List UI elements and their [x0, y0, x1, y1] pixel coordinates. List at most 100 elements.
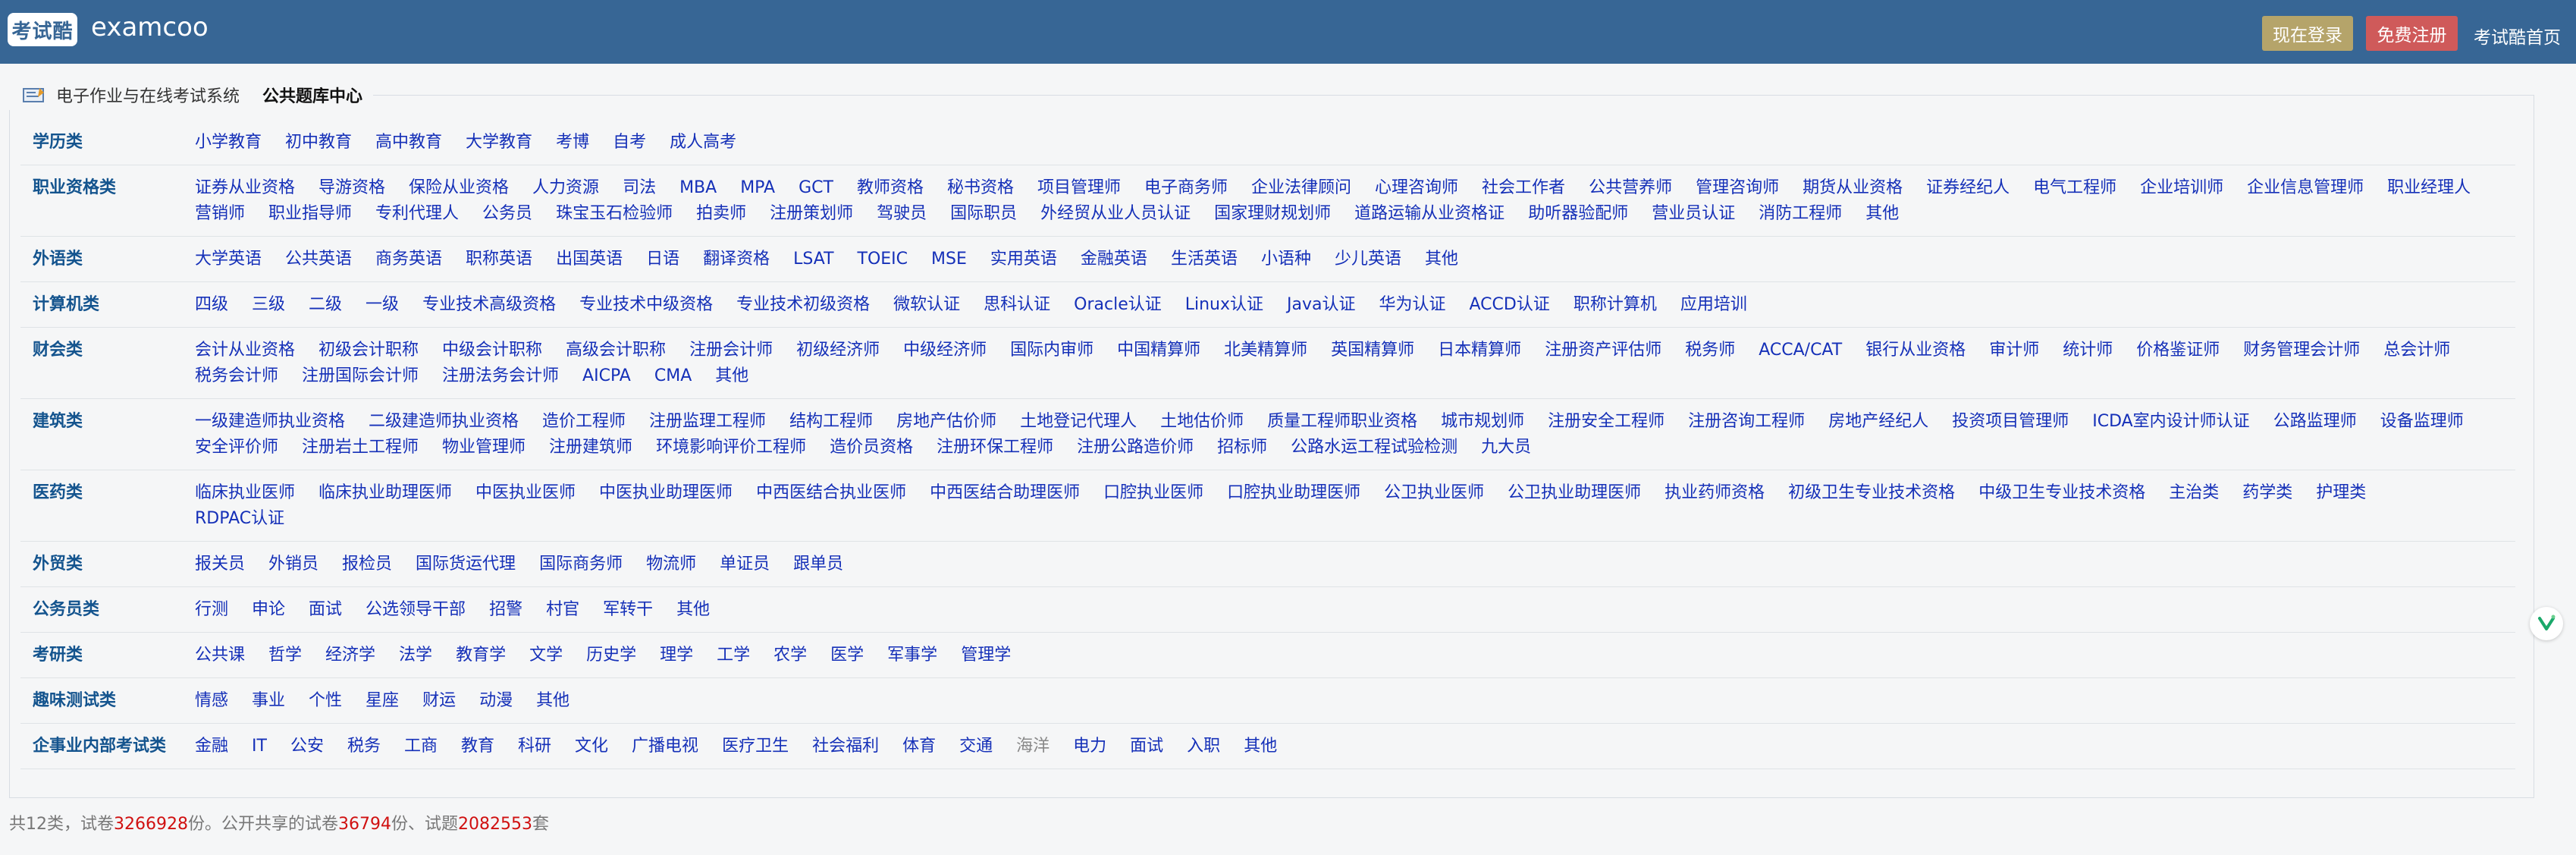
category-link[interactable]: 专业技术高级资格 [422, 292, 556, 318]
category-link[interactable]: 投资项目管理师 [1952, 409, 2069, 435]
category-link[interactable]: 驾驶员 [877, 201, 927, 227]
category-link[interactable]: 税务会计师 [195, 363, 278, 389]
category-link[interactable]: 高中教育 [375, 130, 442, 156]
category-link[interactable]: 思科认证 [984, 292, 1050, 318]
category-link[interactable]: 金融 [195, 734, 228, 759]
category-link[interactable]: 报关员 [195, 552, 245, 577]
login-button[interactable]: 现在登录 [2262, 16, 2353, 51]
category-link[interactable]: 初级会计职称 [318, 338, 419, 363]
category-link[interactable]: 财务管理会计师 [2243, 338, 2360, 363]
category-link[interactable]: 工商 [404, 734, 438, 759]
category-link[interactable]: 其他 [1865, 201, 1899, 227]
logo-text[interactable]: examcoo [91, 12, 209, 42]
category-link[interactable]: MBA [679, 175, 717, 201]
category-link[interactable]: 面试 [1130, 734, 1163, 759]
category-link[interactable]: 三级 [252, 292, 285, 318]
category-link[interactable]: ACCA/CAT [1759, 338, 1842, 363]
category-link[interactable]: 理学 [660, 643, 693, 668]
category-link[interactable]: 招标师 [1217, 435, 1267, 461]
category-link[interactable]: 公共营养师 [1589, 175, 1672, 201]
category-link[interactable]: 初中教育 [285, 130, 352, 156]
category-link[interactable]: GCT [799, 175, 833, 201]
category-link[interactable]: 电力 [1073, 734, 1106, 759]
category-link[interactable]: 专利代理人 [375, 201, 459, 227]
category-link[interactable]: 成人高考 [670, 130, 736, 156]
category-link[interactable]: 初级经济师 [796, 338, 880, 363]
category-link[interactable]: 珠宝玉石检验师 [556, 201, 673, 227]
category-link[interactable]: 临床执业助理医师 [318, 480, 452, 506]
category-link[interactable]: MPA [740, 175, 775, 201]
category-link[interactable]: 心理咨询师 [1375, 175, 1458, 201]
category-link[interactable]: 中级卫生专业技术资格 [1978, 480, 2145, 506]
category-link[interactable]: 注册岩土工程师 [302, 435, 419, 461]
category-link[interactable]: 价格鉴证师 [2136, 338, 2220, 363]
category-link[interactable]: 人力资源 [532, 175, 599, 201]
category-link[interactable]: 审计师 [1989, 338, 2039, 363]
category-link[interactable]: CMA [654, 363, 692, 389]
category-link[interactable]: 保险从业资格 [409, 175, 509, 201]
category-link[interactable]: 外销员 [268, 552, 318, 577]
category-link[interactable]: 军事学 [887, 643, 937, 668]
category-link[interactable]: 拍卖师 [696, 201, 746, 227]
category-link[interactable]: Linux认证 [1185, 292, 1263, 318]
category-link[interactable]: 会计从业资格 [195, 338, 295, 363]
category-link[interactable]: MSE [931, 247, 967, 272]
category-link[interactable]: 农学 [773, 643, 807, 668]
category-link[interactable]: 职称计算机 [1574, 292, 1657, 318]
category-link[interactable]: 一级 [366, 292, 399, 318]
category-link[interactable]: 高级会计职称 [566, 338, 666, 363]
category-link[interactable]: 自考 [613, 130, 646, 156]
category-link[interactable]: 外经贸从业人员认证 [1040, 201, 1191, 227]
category-link[interactable]: 村官 [546, 597, 579, 623]
category-link[interactable]: 北美精算师 [1224, 338, 1307, 363]
category-link[interactable]: 面试 [309, 597, 342, 623]
category-link[interactable]: 公路监理师 [2273, 409, 2357, 435]
category-link[interactable]: 主治类 [2169, 480, 2219, 506]
category-link[interactable]: ICDA室内设计师认证 [2092, 409, 2249, 435]
category-link[interactable]: 城市规划师 [1441, 409, 1524, 435]
category-link[interactable]: 日语 [646, 247, 679, 272]
category-link[interactable]: 医疗卫生 [722, 734, 789, 759]
category-link[interactable]: RDPAC认证 [195, 506, 284, 532]
category-link[interactable]: 造价员资格 [830, 435, 913, 461]
category-link[interactable]: 专业技术初级资格 [736, 292, 870, 318]
category-link[interactable]: 消防工程师 [1759, 201, 1842, 227]
category-link[interactable]: 英国精算师 [1331, 338, 1414, 363]
category-link[interactable]: 翻译资格 [703, 247, 770, 272]
category-link[interactable]: 物流师 [646, 552, 696, 577]
category-link[interactable]: 注册监理工程师 [649, 409, 766, 435]
category-link[interactable]: 九大员 [1481, 435, 1531, 461]
category-link[interactable]: 税务师 [1685, 338, 1735, 363]
category-link[interactable]: AICPA [582, 363, 631, 389]
category-link[interactable]: 质量工程师职业资格 [1267, 409, 1417, 435]
category-link[interactable]: 军转干 [603, 597, 653, 623]
category-link[interactable]: 少儿英语 [1335, 247, 1401, 272]
category-link[interactable]: 土地登记代理人 [1020, 409, 1137, 435]
category-link[interactable]: 公卫执业助理医师 [1508, 480, 1641, 506]
category-link[interactable]: 微软认证 [893, 292, 960, 318]
category-link[interactable]: 工学 [717, 643, 750, 668]
logo-badge[interactable]: 考试酷 [8, 13, 77, 46]
category-link[interactable]: 秘书资格 [947, 175, 1014, 201]
category-link[interactable]: 哲学 [268, 643, 302, 668]
category-link[interactable]: 营业员认证 [1652, 201, 1735, 227]
category-link[interactable]: 公共课 [195, 643, 245, 668]
category-link[interactable]: 国际商务师 [539, 552, 623, 577]
category-link[interactable]: 公共英语 [285, 247, 352, 272]
category-link[interactable]: 管理咨询师 [1696, 175, 1779, 201]
category-link[interactable]: 物业管理师 [442, 435, 526, 461]
category-link[interactable]: 教育学 [456, 643, 506, 668]
category-link[interactable]: 文化 [575, 734, 608, 759]
category-link[interactable]: 总会计师 [2383, 338, 2450, 363]
category-link[interactable]: 注册建筑师 [549, 435, 632, 461]
category-link[interactable]: 招警 [489, 597, 522, 623]
category-link[interactable]: 注册会计师 [689, 338, 773, 363]
category-link[interactable]: 税务 [347, 734, 381, 759]
category-link[interactable]: 中级会计职称 [442, 338, 542, 363]
category-link[interactable]: 执业药师资格 [1665, 480, 1765, 506]
category-link[interactable]: 电子商务师 [1144, 175, 1228, 201]
category-link[interactable]: 营销师 [195, 201, 245, 227]
category-link[interactable]: 二级建造师执业资格 [369, 409, 519, 435]
category-link[interactable]: 交通 [959, 734, 993, 759]
category-link[interactable]: 国际货运代理 [416, 552, 516, 577]
